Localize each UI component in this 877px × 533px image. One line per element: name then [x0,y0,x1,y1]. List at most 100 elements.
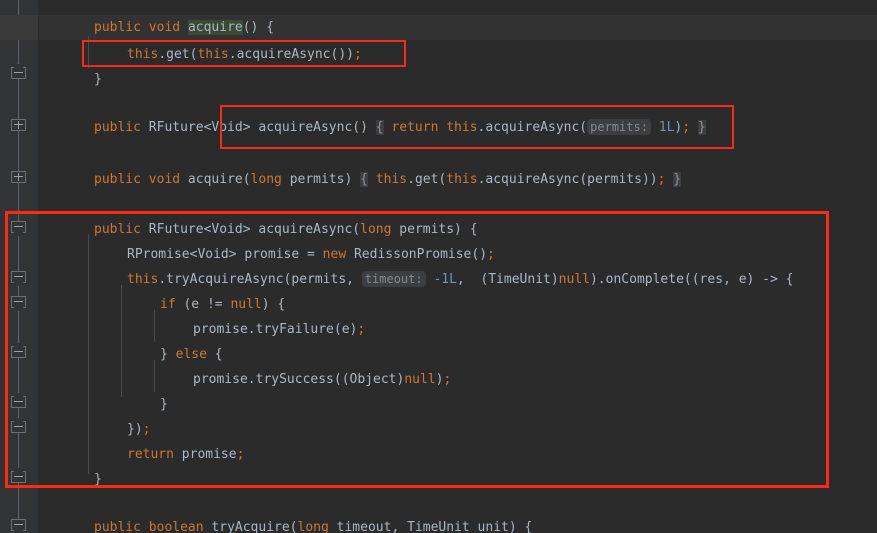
fold-marker-dash [14,276,23,277]
editor-gutter[interactable] [0,0,38,533]
code-token: public [94,222,141,237]
fold-end-acquire-icon[interactable] [11,63,26,82]
code-line[interactable]: public void acquire(long permits) { this… [94,167,682,192]
current-line-gutter-highlight [0,15,38,40]
code-token: return [127,447,174,462]
fold-start-acquire-async-permits-icon[interactable] [11,221,26,237]
code-line[interactable]: public void acquire() { [94,15,274,40]
code-token: this [446,172,478,187]
fold-guide-line [18,358,19,397]
code-line[interactable]: public boolean tryAcquire(long timeout, … [94,515,532,533]
code-token: .tryAcquireAsync(permits, [158,272,362,287]
code-token: ) { [261,297,286,312]
code-token: public [94,172,141,187]
code-token: .acquireAsync()) [228,47,354,62]
code-token: () { [242,20,275,35]
code-token: ; [142,422,151,437]
code-editor[interactable]: public void acquire() {this.get(this.acq… [0,0,877,533]
code-token: this [197,47,229,62]
fold-start-if-block-icon[interactable] [11,296,26,312]
code-token: { [206,347,223,362]
code-token: public [94,520,141,533]
code-token: (e != [175,297,231,312]
code-token: this [127,272,159,287]
code-token: ).onComplete((res, e) -> { [589,272,794,287]
code-token: , (TimeUnit) [456,272,559,287]
inlay-hint[interactable]: timeout: [361,271,426,287]
fold-guide-line [18,79,19,120]
code-token: ; [487,247,495,262]
code-line[interactable]: } [160,392,168,417]
fold-guide-line [18,308,19,347]
fold-collapsed-acquire-async-icon[interactable] [11,119,26,134]
fold-guide-line [18,433,19,472]
fold-start-try-acquire-icon[interactable] [11,519,26,533]
folded-region[interactable]: { [360,172,368,187]
fold-collapsed-acquire-permits-icon[interactable] [11,171,26,186]
code-line[interactable]: public RFuture<Void> acquireAsync() { re… [94,115,706,140]
code-token: null [230,297,262,312]
code-token: .acquireAsync(permits)) [477,172,658,187]
fold-start-on-complete-icon[interactable] [11,271,26,287]
fold-marker-box [11,396,26,408]
code-line[interactable]: } [94,467,102,492]
code-token: -1L [433,272,457,287]
code-token: } [160,347,176,362]
fold-marker-dash [14,72,23,73]
folded-region[interactable]: { [375,120,384,135]
code-token: .acquireAsync( [477,120,588,135]
code-token: public [94,120,141,135]
fold-guide-line [18,483,19,520]
code-token: permits) { [391,222,478,237]
fold-guide-line [18,183,19,222]
code-token: null [558,272,590,287]
folded-region[interactable]: } [673,172,682,187]
fold-marker-dash [14,401,23,402]
inlay-hint[interactable]: permits: [587,119,651,135]
code-line[interactable]: promise.trySuccess((Object)null); [193,367,451,392]
code-token: void [148,20,181,35]
code-token: promise.trySuccess((Object) [193,372,405,387]
code-line[interactable]: promise.tryFailure(e); [193,317,365,342]
code-line[interactable]: return promise; [127,442,244,467]
fold-end-else-block-icon[interactable] [11,392,26,411]
code-line[interactable]: } else { [160,342,223,367]
code-token: ; [354,47,362,62]
fold-marker-head [13,392,24,397]
code-line[interactable]: this.get(this.acquireAsync()); [127,42,362,67]
code-line[interactable]: RPromise<Void> promise = new RedissonPro… [127,242,495,267]
fold-marker-box [11,67,26,79]
code-line[interactable]: public RFuture<Void> acquireAsync(long p… [94,217,478,242]
code-token: new [322,247,347,262]
code-line[interactable]: this.tryAcquireAsync(permits, timeout: -… [127,267,793,292]
code-token: .get( [407,172,447,187]
code-token: public [94,20,141,35]
code-token: long [250,172,282,187]
fold-end-if-block-icon[interactable] [11,342,26,361]
code-token: promise [173,447,237,462]
code-token: this [446,120,478,135]
fold-marker-box [11,296,26,308]
fold-end-lambda-icon[interactable] [11,417,26,436]
fold-end-acquire-async-permits-icon[interactable] [11,467,26,486]
code-token: promise.tryFailure(e) [193,322,358,337]
code-line[interactable]: }); [127,417,150,442]
code-token: } [160,397,168,412]
code-token: ; [357,322,366,337]
code-token: RPromise<Void> promise = [127,247,323,262]
folded-region[interactable]: } [697,120,706,135]
code-token: void [148,172,181,187]
code-content-area[interactable]: public void acquire() {this.get(this.acq… [39,0,877,533]
highlighted-identifier: acquire [187,20,243,35]
fold-marker-dash [14,351,23,352]
code-line[interactable]: if (e != null) { [160,292,285,317]
code-token: RFuture<Void> acquireAsync() [140,120,376,135]
code-line[interactable]: } [94,67,102,92]
fold-marker-dash [14,476,23,477]
